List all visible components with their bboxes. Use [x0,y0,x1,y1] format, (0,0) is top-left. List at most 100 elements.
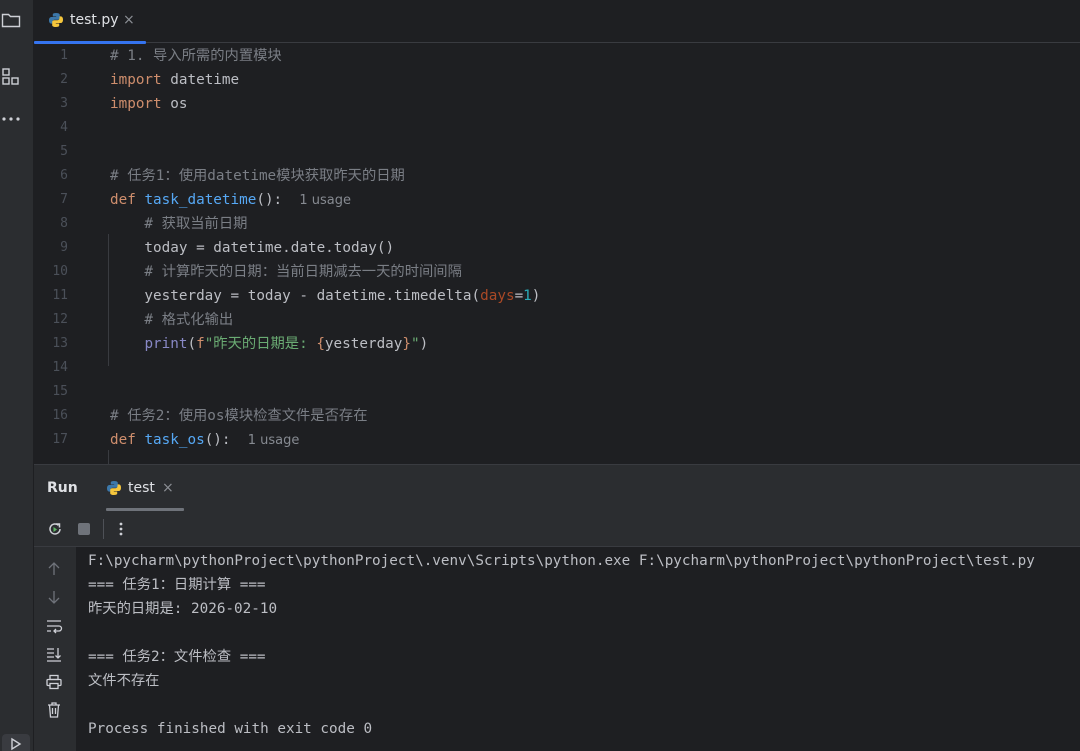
code-line[interactable]: 4 [34,116,1080,140]
code-text: yesterday = today - datetime.timedelta(d… [110,284,540,308]
code-text: import datetime [110,68,239,92]
line-number: 9 [60,240,68,255]
usage-hint[interactable]: 1 usage [299,193,351,208]
console-line: 文件不存在 [88,673,160,689]
editor-tab-bar: test.py × [34,0,1080,44]
code-line[interactable]: 3 import os [34,92,1080,116]
code-token: # 计算昨天的日期：当前日期减去一天的时间间隔 [110,264,462,280]
code-token: (): [256,192,300,208]
code-line[interactable]: 8 # 获取当前日期 [34,212,1080,236]
line-number: 4 [60,120,68,135]
code-text: # 任务2：使用os模块检查文件是否存在 [110,404,368,428]
line-number: 7 [60,192,68,207]
folder-icon[interactable] [0,9,22,31]
code-line[interactable]: 11 yesterday = today - datetime.timedelt… [34,284,1080,308]
tab-label: test.py [70,12,119,28]
line-number: 15 [52,384,68,399]
line-number: 11 [52,288,68,303]
code-text: # 1. 导入所需的内置模块 [110,44,282,68]
run-header: Run test × [34,465,1080,511]
code-token: = [514,288,524,304]
code-line[interactable]: 16 # 任务2：使用os模块检查文件是否存在 [34,404,1080,428]
more-icon[interactable] [0,108,22,130]
code-token: os [161,96,188,112]
code-text: def task_os(): 1 usage [110,428,299,452]
scroll-to-end-icon[interactable] [44,644,64,664]
code-token: " [411,336,420,352]
console-line: 昨天的日期是: 2026-02-10 [88,601,278,617]
line-number: 6 [60,168,68,183]
code-token: print [144,336,188,352]
arrow-up-icon[interactable] [44,559,64,579]
rerun-icon[interactable] [46,520,64,538]
line-number: 1 [60,48,68,63]
code-text: print(f"昨天的日期是: {yesterday}") [110,332,428,356]
more-options-icon[interactable] [112,520,130,538]
stop-icon[interactable] [76,521,92,537]
code-token: datetime [161,72,240,88]
line-number: 3 [60,96,68,111]
code-area[interactable]: 1 # 1. 导入所需的内置模块 2 import datetime 3 import o… [34,44,1080,464]
code-line[interactable]: 1 # 1. 导入所需的内置模块 [34,44,1080,68]
code-token: 1 [523,288,532,304]
code-token: ( [187,336,197,352]
python-icon [106,480,122,496]
run-side-toolbar [34,547,76,751]
run-tab-label: test [128,480,155,496]
code-token: ) [531,288,541,304]
tab-test-py[interactable]: test.py × [34,0,146,44]
print-icon[interactable] [44,672,64,692]
code-token: import [110,96,162,112]
arrow-down-icon[interactable] [44,587,64,607]
code-line[interactable]: 5 [34,140,1080,164]
code-token: task_datetime [144,192,257,208]
console-line: F:\pycharm\pythonProject\pythonProject\.… [88,553,1035,569]
code-text: today = datetime.date.today() [110,236,394,260]
console-line: === 任务1：日期计算 === [88,577,266,593]
code-text: # 获取当前日期 [110,212,247,236]
trash-icon[interactable] [44,700,64,720]
console-output[interactable]: F:\pycharm\pythonProject\pythonProject\.… [76,547,1080,751]
code-token: ) [419,336,429,352]
code-text: import os [110,92,187,116]
code-line[interactable]: 15 [34,380,1080,404]
tool-strip [0,0,34,751]
code-token: # 任务1：使用datetime模块获取昨天的日期 [110,168,405,184]
run-toolbar [34,511,1080,547]
code-line[interactable]: 2 import datetime [34,68,1080,92]
close-icon[interactable]: × [162,480,174,496]
code-text: # 格式化输出 [110,308,233,332]
code-line[interactable]: 13 print(f"昨天的日期是: {yesterday}") [34,332,1080,356]
usage-hint[interactable]: 1 usage [248,433,300,448]
line-number: 12 [52,312,68,327]
console-line: === 任务2：文件检查 === [88,649,266,665]
run-tab-test[interactable]: test × [106,465,184,511]
code-line[interactable]: 9 today = datetime.date.today() [34,236,1080,260]
code-token: yesterday [324,336,403,352]
code-token: days [480,288,515,304]
line-number: 2 [60,72,68,87]
code-token: # 获取当前日期 [110,216,248,232]
close-icon[interactable]: × [123,12,135,28]
soft-wrap-icon[interactable] [44,616,64,636]
code-token: } [402,336,411,352]
code-line[interactable]: 6 # 任务1：使用datetime模块获取昨天的日期 [34,164,1080,188]
toolbar-divider [103,519,104,539]
code-token: f [196,336,205,352]
code-line[interactable]: 10 # 计算昨天的日期：当前日期减去一天的时间间隔 [34,260,1080,284]
code-line[interactable]: 17 def task_os(): 1 usage [34,428,1080,452]
structure-icon[interactable] [0,66,22,88]
code-token: (): [204,432,248,448]
indent-guide [108,450,109,464]
run-title: Run [47,480,78,496]
code-line[interactable]: 12 # 格式化输出 [34,308,1080,332]
run-tool-icon[interactable] [2,734,30,751]
code-text: # 任务1：使用datetime模块获取昨天的日期 [110,164,405,188]
line-number: 17 [52,432,68,447]
code-line[interactable]: 7 def task_datetime(): 1 usage [34,188,1080,212]
editor: test.py × 1 # 1. 导入所需的内置模块 2 import datetim… [34,0,1080,464]
line-number: 16 [52,408,68,423]
code-line[interactable]: 14 [34,356,1080,380]
code-text: def task_datetime(): 1 usage [110,188,351,212]
code-token: yesterday = today - datetime.timedelta( [110,288,481,304]
